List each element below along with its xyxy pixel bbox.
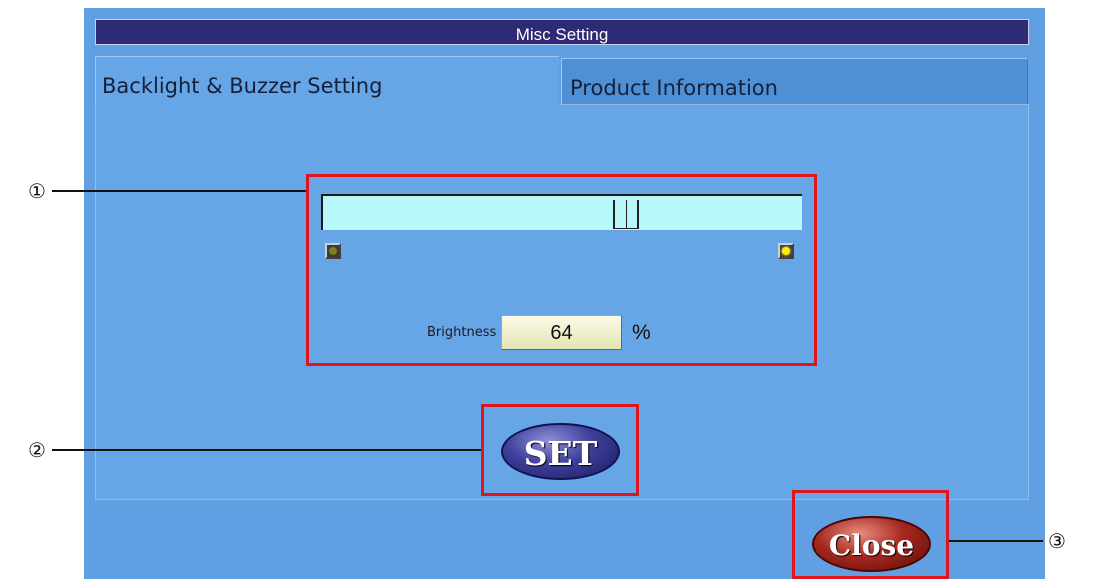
callout-number-3: ③ [1048,529,1066,553]
callout-leader-1 [52,190,306,192]
callout-box-brightness [306,174,817,366]
callout-number-1: ① [28,179,46,203]
tab-label: Product Information [570,76,778,100]
tab-product-information[interactable]: Product Information [561,58,1028,104]
callout-number-2: ② [28,438,46,462]
window-title-bar: Misc Setting [95,19,1029,45]
tab-backlight-buzzer-setting[interactable]: Backlight & Buzzer Setting [95,56,559,106]
tab-label: Backlight & Buzzer Setting [102,74,383,98]
callout-leader-2 [52,449,481,451]
callout-box-close [792,490,949,579]
window-title: Misc Setting [515,25,609,44]
callout-box-set [481,404,639,496]
callout-leader-3 [949,540,1043,542]
